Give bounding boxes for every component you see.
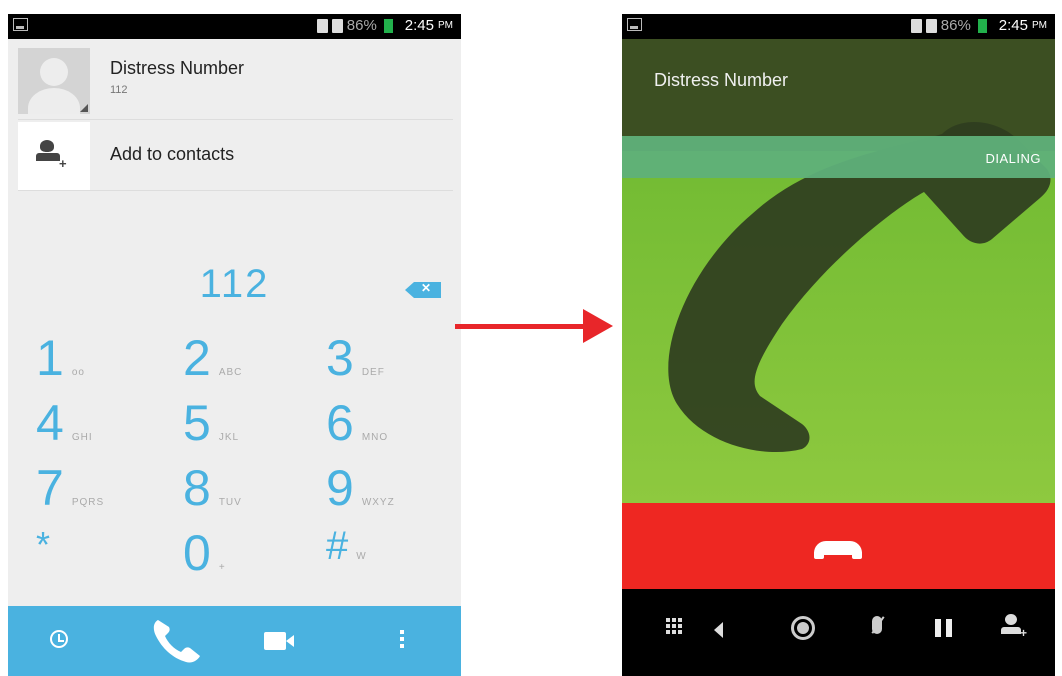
contact-name: Distress Number bbox=[110, 58, 245, 78]
key-8[interactable]: 8 TUV bbox=[183, 459, 242, 519]
call-icon[interactable] bbox=[148, 616, 204, 666]
call-controls-bar bbox=[622, 589, 1055, 676]
battery-icon bbox=[977, 18, 987, 33]
overflow-menu-icon[interactable] bbox=[400, 630, 404, 651]
avatar[interactable] bbox=[18, 48, 90, 114]
in-call-screen: 86% 2:45 PM Distress Number DIALING + bbox=[622, 14, 1055, 676]
key-4[interactable]: 4 GHI bbox=[36, 394, 93, 454]
sim2-icon bbox=[925, 18, 937, 33]
hold-icon[interactable] bbox=[935, 619, 953, 637]
transition-arrow bbox=[455, 324, 585, 329]
status-bar: 86% 2:45 PM bbox=[622, 14, 1055, 39]
status-right: 86% 2:45 PM bbox=[910, 17, 1047, 34]
end-call-icon bbox=[814, 541, 862, 559]
add-to-contacts-row[interactable]: + Add to contacts bbox=[18, 122, 453, 191]
clock-ampm: PM bbox=[438, 20, 453, 31]
add-call-icon[interactable]: + bbox=[1000, 614, 1030, 642]
gallery-notification-icon bbox=[13, 18, 28, 31]
avatar-head bbox=[40, 58, 68, 86]
key-6[interactable]: 6 MNO bbox=[326, 394, 388, 454]
mute-icon[interactable] bbox=[872, 616, 882, 634]
key-3[interactable]: 3 DEF bbox=[326, 329, 385, 389]
record-icon[interactable] bbox=[791, 616, 815, 640]
dialer-action-bar bbox=[8, 606, 461, 676]
key-1[interactable]: 1 oo bbox=[36, 329, 85, 389]
contact-row[interactable]: Distress Number 112 bbox=[18, 44, 453, 120]
transition-arrow-head bbox=[583, 309, 613, 343]
gallery-notification-icon bbox=[627, 18, 642, 31]
add-to-contacts-label: Add to contacts bbox=[110, 144, 235, 164]
battery-percent: 86% bbox=[346, 17, 377, 34]
status-bar: 86% 2:45 PM bbox=[8, 14, 461, 39]
key-star[interactable]: * bbox=[36, 524, 58, 584]
call-log-icon[interactable] bbox=[50, 630, 68, 648]
caller-name: Distress Number bbox=[654, 70, 789, 90]
contact-number: 112 bbox=[110, 84, 128, 96]
clock-time: 2:45 bbox=[998, 17, 1028, 34]
sim1-icon bbox=[316, 18, 328, 33]
add-contact-icon: + bbox=[18, 122, 90, 190]
sim2-icon bbox=[331, 18, 343, 33]
key-7[interactable]: 7 PQRS bbox=[36, 459, 104, 519]
video-call-icon[interactable] bbox=[264, 632, 294, 650]
key-9[interactable]: 9 WXYZ bbox=[326, 459, 395, 519]
call-state: DIALING bbox=[985, 151, 1041, 166]
battery-icon bbox=[383, 18, 393, 33]
key-0[interactable]: 0 + bbox=[183, 524, 226, 584]
status-right: 86% 2:45 PM bbox=[316, 17, 453, 34]
avatar-body bbox=[28, 88, 80, 114]
dialed-number: 112 bbox=[199, 262, 270, 306]
quick-contact-badge-icon bbox=[80, 104, 88, 112]
key-2[interactable]: 2 ABC bbox=[183, 329, 242, 389]
speaker-icon[interactable] bbox=[714, 622, 723, 638]
key-5[interactable]: 5 JKL bbox=[183, 394, 239, 454]
dialpad-icon[interactable] bbox=[666, 618, 682, 634]
dialer-screen: 86% 2:45 PM Distress Number 112 + Add to… bbox=[8, 14, 461, 676]
key-hash[interactable]: # W bbox=[326, 524, 367, 584]
sim1-icon bbox=[910, 18, 922, 33]
clock-time: 2:45 bbox=[404, 17, 434, 34]
battery-percent: 86% bbox=[940, 17, 971, 34]
clock-ampm: PM bbox=[1032, 20, 1047, 31]
